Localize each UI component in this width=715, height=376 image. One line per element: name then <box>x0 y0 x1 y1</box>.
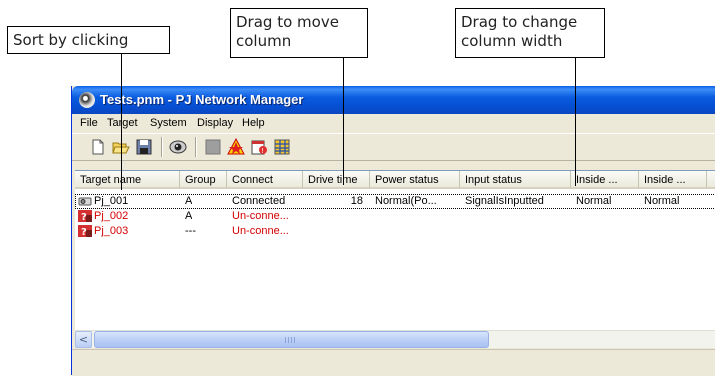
col-inside-1[interactable]: Inside ... <box>571 171 639 189</box>
width-leader-line <box>575 57 576 186</box>
cell-inside-2: Normal <box>644 195 680 207</box>
cell-target-name: Pj_002 <box>94 210 129 222</box>
projector-icon <box>78 197 92 206</box>
projector-error-icon: ? <box>78 210 92 222</box>
callout-move-line2: column <box>236 32 292 50</box>
scroll-left-button[interactable]: < <box>75 331 92 348</box>
app-eye-icon <box>79 92 95 108</box>
toolbar-separator <box>195 137 197 157</box>
cell-target-name: Pj_003 <box>94 225 129 237</box>
col-extra[interactable] <box>707 171 715 189</box>
menu-target[interactable]: Target <box>107 117 138 129</box>
cell-target-name: Pj_001 <box>94 195 129 207</box>
col-power-status[interactable]: Power status <box>370 171 460 189</box>
menu-file[interactable]: File <box>80 117 98 129</box>
warning-star-icon[interactable] <box>227 138 245 156</box>
callout-width-line1: Drag to change <box>461 13 578 31</box>
menu-help[interactable]: Help <box>242 117 265 129</box>
menu-bar: File Target System Display Help <box>72 114 715 133</box>
svg-text:!: ! <box>261 147 264 155</box>
callout-width: Drag to change column width <box>455 8 605 58</box>
callout-width-line2: column width <box>461 32 563 50</box>
table-row[interactable]: Pj_001 A Connected 18 Normal(Po... Signa… <box>75 194 715 209</box>
gray-square-icon[interactable] <box>204 138 222 156</box>
cell-input-status: SignalIsInputted <box>465 195 544 207</box>
projector-error-icon: ? <box>78 225 92 237</box>
cell-connect: Un-conne... <box>232 210 289 222</box>
save-icon[interactable] <box>135 138 153 156</box>
callout-sort-text: Sort by clicking <box>13 31 129 49</box>
grid-table-icon[interactable] <box>273 138 291 156</box>
cell-connect: Un-conne... <box>232 225 289 237</box>
cell-group: --- <box>185 225 196 237</box>
window-title: Tests.pnm - PJ Network Manager <box>100 92 304 107</box>
cell-drive-time: 18 <box>350 195 363 207</box>
calendar-alert-icon[interactable]: ! <box>250 138 268 156</box>
move-leader-line <box>343 57 344 185</box>
scroll-thumb[interactable] <box>94 331 489 348</box>
col-inside-2[interactable]: Inside ... <box>639 171 707 189</box>
new-file-icon[interactable] <box>89 138 107 156</box>
col-drive-time[interactable]: Drive time <box>303 171 370 189</box>
target-list: Target name Group Connect Drive time Pow… <box>75 170 715 345</box>
toolbar: ! <box>72 133 715 161</box>
cell-inside-1: Normal <box>576 195 612 207</box>
menu-display[interactable]: Display <box>197 117 233 129</box>
eye-monitor-icon[interactable] <box>169 138 187 156</box>
cell-group: A <box>185 195 193 207</box>
col-connect[interactable]: Connect <box>227 171 303 189</box>
svg-text:?: ? <box>81 212 87 222</box>
grip-icon <box>285 337 295 343</box>
callout-sort: Sort by clicking <box>7 26 170 54</box>
table-row[interactable]: ? Pj_003 --- Un-conne... <box>75 224 715 239</box>
sort-leader-line <box>121 53 122 190</box>
menu-system[interactable]: System <box>150 117 187 129</box>
col-input-status[interactable]: Input status <box>460 171 571 189</box>
callout-move-line1: Drag to move <box>236 13 339 31</box>
title-bar[interactable]: Tests.pnm - PJ Network Manager <box>72 86 715 114</box>
horizontal-scrollbar[interactable]: < <box>75 330 715 348</box>
col-group[interactable]: Group <box>180 171 227 189</box>
col-target-name[interactable]: Target name <box>75 171 180 189</box>
svg-text:?: ? <box>81 227 87 237</box>
toolbar-separator <box>161 137 163 157</box>
cell-group: A <box>185 210 193 222</box>
app-window: Tests.pnm - PJ Network Manager File Targ… <box>71 86 715 376</box>
callout-move: Drag to move column <box>230 8 368 58</box>
cell-connect: Connected <box>232 195 286 207</box>
table-row[interactable]: ? Pj_002 A Un-conne... <box>75 209 715 224</box>
status-bar <box>72 349 715 376</box>
cell-power-status: Normal(Po... <box>375 195 437 207</box>
